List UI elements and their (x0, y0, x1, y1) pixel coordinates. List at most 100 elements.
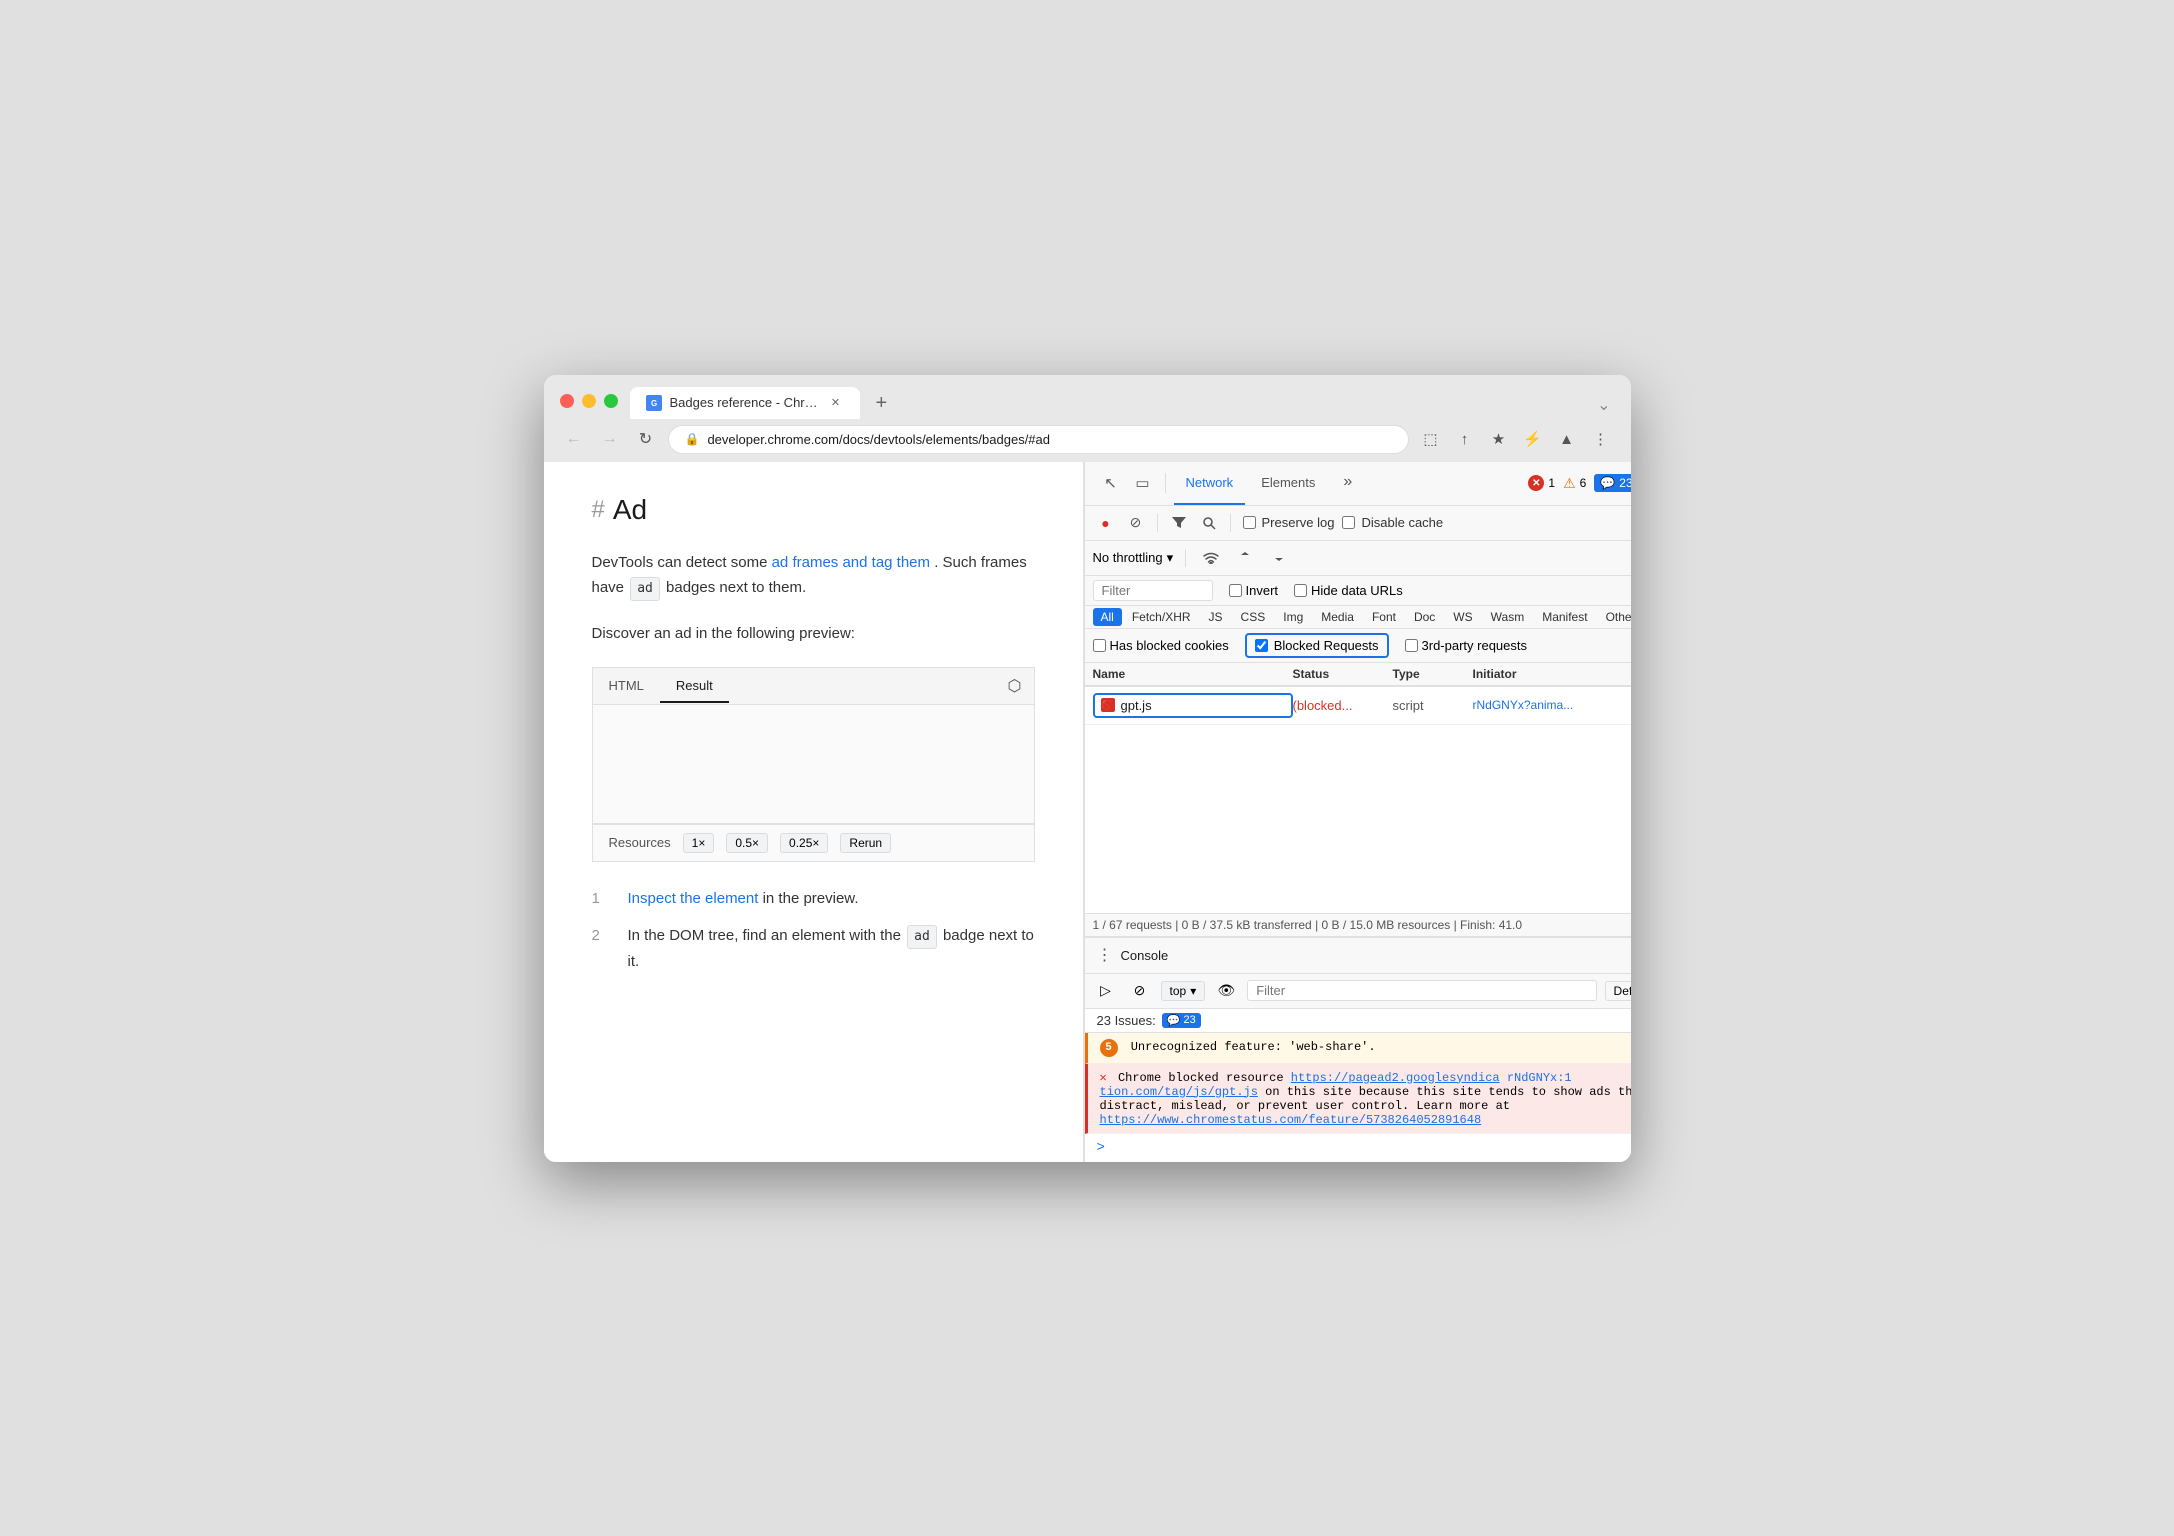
row-name: 🚫 gpt.js (1093, 693, 1293, 718)
separator1 (1165, 473, 1166, 493)
blocked-requests-checkbox[interactable] (1255, 639, 1268, 652)
devtools-badges: ✕ 1 ⚠ 6 💬 23 (1528, 474, 1630, 492)
type-btn-ws[interactable]: WS (1445, 608, 1480, 626)
status-bar-text: 1 / 67 requests | 0 B / 37.5 kB transfer… (1093, 918, 1523, 932)
minimize-button[interactable] (582, 394, 596, 408)
filter-btn[interactable] (1166, 510, 1192, 536)
back-button[interactable]: ← (560, 425, 588, 453)
network-table: Name Status Type Initiator Waterfall ▲ 🚫… (1085, 663, 1631, 913)
warn-count: 6 (1580, 476, 1587, 490)
upload-icon (1232, 545, 1258, 571)
type-btn-js[interactable]: JS (1201, 608, 1231, 626)
warning-msg: 5 Unrecognized feature: 'web-share'. (1085, 1033, 1631, 1064)
tab-favicon: G (646, 395, 662, 411)
devtools-panel: ↖ ▭ Network Elements » ✕ 1 ⚠ 6 💬 (1084, 462, 1631, 1162)
has-blocked-cookies-checkbox[interactable] (1093, 639, 1106, 652)
close-button[interactable] (560, 394, 574, 408)
cursor-icon-btn[interactable]: ↖ (1097, 469, 1125, 497)
row-initiator: rNdGNYx?anima... (1473, 698, 1631, 712)
filter-bar: Invert Hide data URLs (1085, 576, 1631, 606)
invert-checkbox[interactable] (1229, 584, 1242, 597)
type-btn-all[interactable]: All (1093, 608, 1122, 626)
preserve-log-group: Preserve log (1243, 515, 1335, 530)
console-prompt[interactable]: > (1085, 1134, 1631, 1162)
top-context-select[interactable]: top ▾ (1161, 981, 1206, 1001)
paragraph1-start: DevTools can detect some (592, 554, 772, 571)
default-levels-label: Default levels (1614, 984, 1631, 998)
tab-close-button[interactable]: ✕ (828, 395, 844, 411)
address-field[interactable]: 🔒 developer.chrome.com/docs/devtools/ele… (668, 425, 1409, 454)
type-btn-media[interactable]: Media (1313, 608, 1362, 626)
error-count: 1 (1548, 476, 1555, 490)
invert-label: Invert (1246, 583, 1279, 598)
table-row[interactable]: 🚫 gpt.js (blocked... script rNdGNYx?anim… (1085, 687, 1631, 725)
zoom-025x-btn[interactable]: 0.25× (780, 833, 828, 853)
error-link1[interactable]: https://pagead2.googlesyndica (1291, 1071, 1500, 1085)
tab-elements[interactable]: Elements (1249, 461, 1327, 505)
tab-result[interactable]: Result (660, 670, 729, 703)
inspect-element-link[interactable]: Inspect the element (628, 890, 759, 908)
default-levels-btn[interactable]: Default levels ▾ (1605, 981, 1631, 1001)
filter-input[interactable] (1093, 580, 1213, 601)
invert-cb-group: Invert (1229, 583, 1279, 598)
ad-frames-link[interactable]: ad frames and tag them (772, 554, 930, 572)
search-btn[interactable] (1196, 510, 1222, 536)
hide-data-urls-checkbox[interactable] (1294, 584, 1307, 597)
console-drag-handle[interactable]: ⋮ (1097, 945, 1113, 965)
error-link3[interactable]: https://www.chromestatus.com/feature/573… (1100, 1113, 1482, 1127)
type-btn-fetch/xhr[interactable]: Fetch/XHR (1124, 608, 1199, 626)
type-btn-other[interactable]: Other (1598, 608, 1631, 626)
warn-badge: 5 (1100, 1039, 1118, 1057)
device-icon-btn[interactable]: ▭ (1129, 469, 1157, 497)
webpage-panel: # Ad DevTools can detect some ad frames … (544, 462, 1084, 1162)
throttle-select[interactable]: No throttling ▾ (1093, 550, 1174, 566)
table-header: Name Status Type Initiator Waterfall ▲ (1085, 663, 1631, 687)
step1: 1 Inspect the element in the preview. (592, 886, 1035, 912)
eye-icon-btn[interactable]: 👁 (1213, 978, 1239, 1004)
disable-cache-checkbox[interactable] (1342, 516, 1355, 529)
step2-text: In the DOM tree, find an element with th… (628, 927, 906, 944)
forward-button[interactable]: → (596, 425, 624, 453)
maximize-button[interactable] (604, 394, 618, 408)
menu-button[interactable]: ⋮ (1587, 425, 1615, 453)
profile-button[interactable]: ▲ (1553, 425, 1581, 453)
ad-badge-inline: ad (630, 577, 660, 601)
rerun-btn[interactable]: Rerun (840, 833, 891, 853)
error-badge: ✕ 1 (1528, 475, 1555, 491)
type-btn-doc[interactable]: Doc (1406, 608, 1443, 626)
share-button[interactable]: ↑ (1451, 425, 1479, 453)
preserve-log-checkbox[interactable] (1243, 516, 1256, 529)
zoom-05x-btn[interactable]: 0.5× (726, 833, 768, 853)
active-tab[interactable]: G Badges reference - Chrome De ✕ (630, 387, 860, 419)
extensions-button[interactable]: ⚡ (1519, 425, 1547, 453)
type-btn-img[interactable]: Img (1275, 608, 1311, 626)
tab-html[interactable]: HTML (593, 670, 660, 703)
step1-content: Inspect the element in the preview. (628, 886, 859, 912)
warn-badge: ⚠ 6 (1563, 475, 1586, 492)
preview-tabs: HTML Result (593, 670, 996, 702)
type-btn-manifest[interactable]: Manifest (1534, 608, 1595, 626)
screenshot-button[interactable]: ⬚ (1417, 425, 1445, 453)
block-btn[interactable]: ⊘ (1123, 510, 1149, 536)
console-panel: ⋮ Console ✕ ▷ ⊘ top ▾ 👁 Default levels (1085, 936, 1631, 1162)
bookmark-button[interactable]: ★ (1485, 425, 1513, 453)
console-block-btn[interactable]: ⊘ (1127, 978, 1153, 1004)
preview-box (592, 704, 1035, 824)
more-tabs-btn[interactable]: » (1331, 461, 1364, 505)
top-label: top (1170, 984, 1187, 998)
blocked-row: Has blocked cookies Blocked Requests 3rd… (1085, 629, 1631, 663)
type-btn-wasm[interactable]: Wasm (1483, 608, 1533, 626)
third-party-checkbox[interactable] (1405, 639, 1418, 652)
disable-cache-group: Disable cache (1342, 515, 1443, 530)
new-tab-button[interactable]: + (864, 388, 900, 419)
type-btn-css[interactable]: CSS (1233, 608, 1274, 626)
zoom-1x-btn[interactable]: 1× (683, 833, 715, 853)
console-execute-btn[interactable]: ▷ (1093, 978, 1119, 1004)
tab-network[interactable]: Network (1174, 461, 1246, 505)
record-btn[interactable]: ● (1093, 510, 1119, 536)
type-btn-font[interactable]: Font (1364, 608, 1404, 626)
resources-bar: Resources 1× 0.5× 0.25× Rerun (592, 824, 1035, 862)
console-filter-input[interactable] (1247, 980, 1596, 1001)
reload-button[interactable]: ↻ (632, 425, 660, 453)
preview-external-icon[interactable]: ⬡ (996, 668, 1034, 704)
